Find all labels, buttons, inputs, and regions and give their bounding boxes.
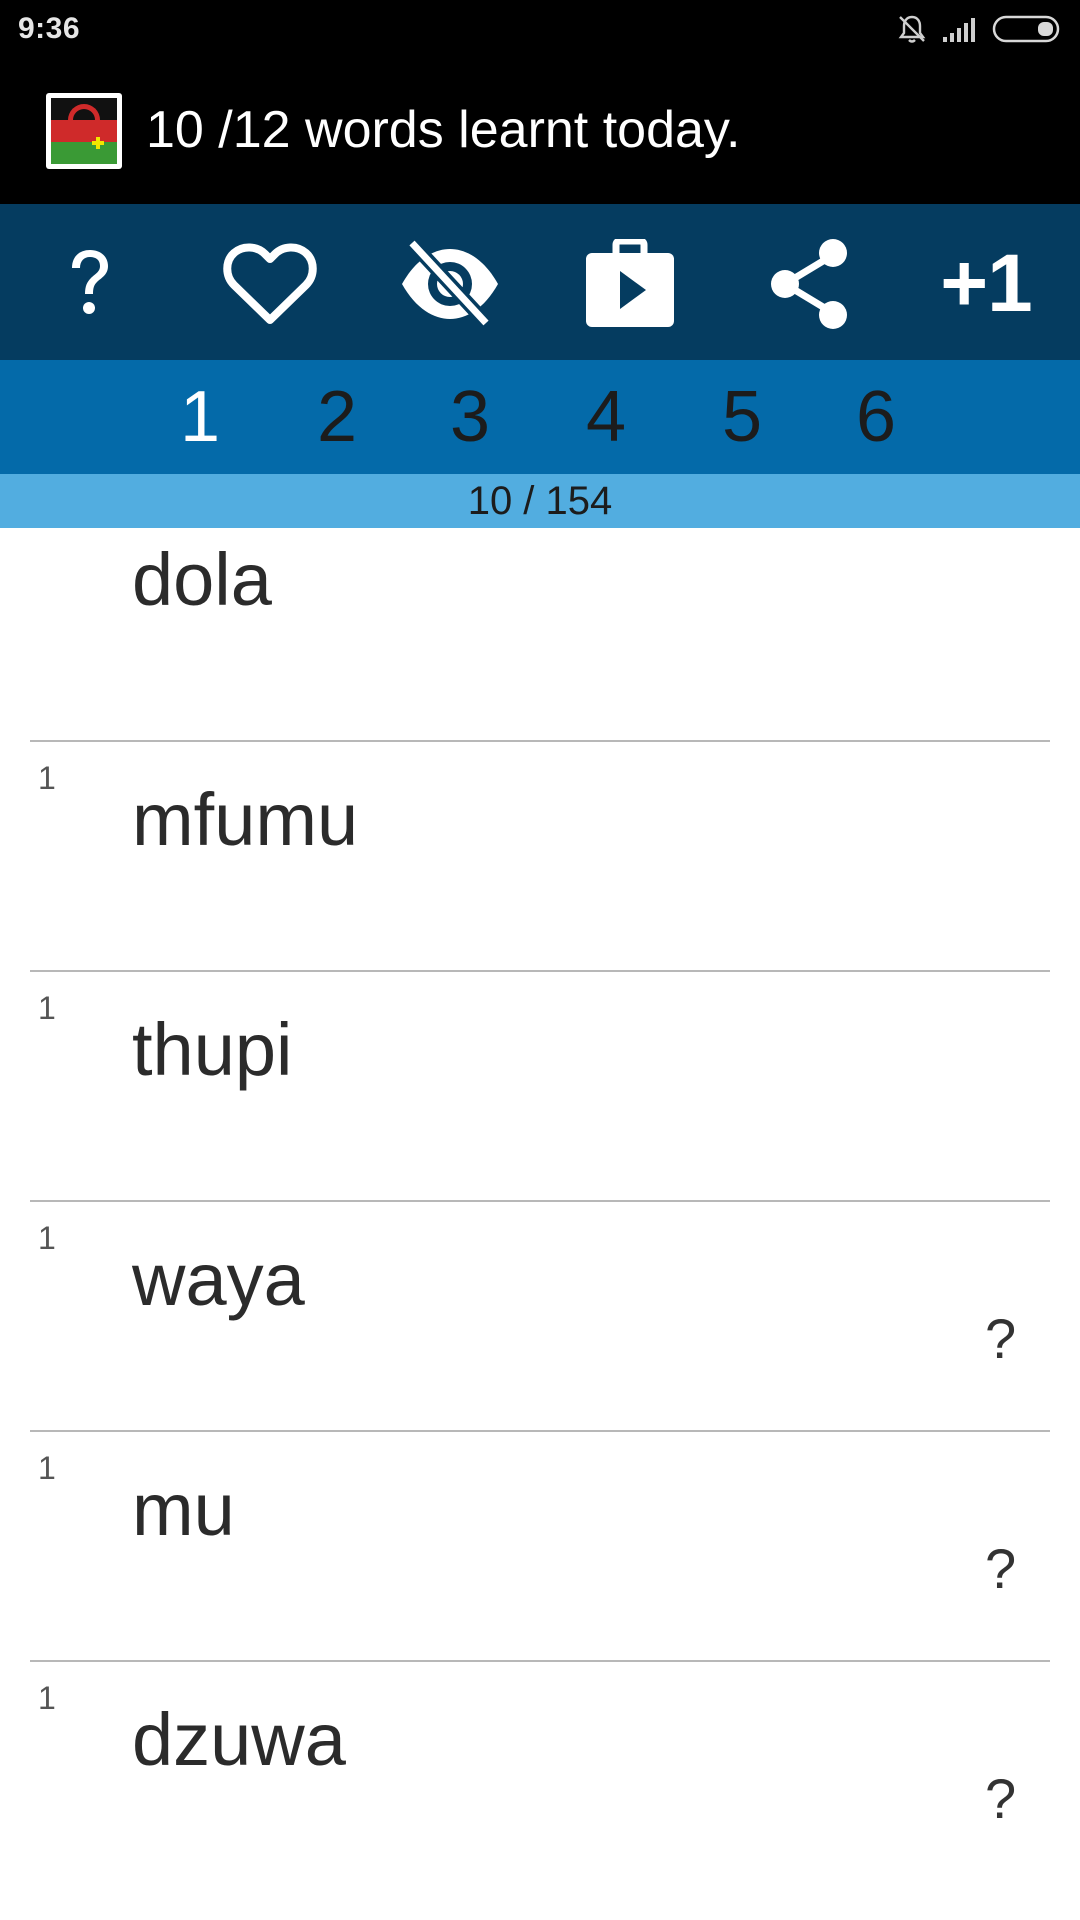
signal-icon [942, 15, 978, 48]
heart-icon [223, 243, 317, 324]
word-text: thupi [132, 1008, 293, 1091]
tab-3[interactable]: 3 [420, 360, 520, 474]
divider [30, 1430, 1050, 1432]
plus-one-label: +1 [940, 238, 1032, 329]
word-text: dzuwa [132, 1698, 346, 1781]
list-item[interactable]: 1 mu ? [0, 1430, 1080, 1660]
word-text: dola [132, 538, 272, 621]
review-count: 1 [38, 1220, 56, 1256]
list-item[interactable]: 1 waya ? [0, 1200, 1080, 1430]
progress-counter: 10 / 154 [0, 474, 1080, 528]
favorite-button[interactable] [210, 234, 330, 334]
divider [30, 740, 1050, 742]
word-list[interactable]: dola 1 mfumu 1 thupi 1 waya ? 1 mu ? 1 d… [0, 528, 1080, 1920]
review-count: 1 [38, 760, 56, 796]
word-text: mu [132, 1468, 235, 1551]
play-store-button[interactable] [570, 234, 690, 334]
tab-5[interactable]: 5 [692, 360, 792, 474]
help-icon[interactable]: ? [985, 1536, 1016, 1601]
review-count: 1 [38, 1680, 56, 1716]
divider [30, 1200, 1050, 1202]
malawi-flag-icon [46, 93, 122, 169]
tab-4[interactable]: 4 [556, 360, 656, 474]
tab-2[interactable]: 2 [287, 360, 387, 474]
level-tabs: 1 2 3 4 5 6 [0, 360, 1080, 474]
help-icon[interactable]: ? [985, 1766, 1016, 1831]
divider [30, 970, 1050, 972]
play-store-icon [586, 239, 674, 327]
list-item[interactable]: 1 mfumu [0, 740, 1080, 970]
share-icon [771, 239, 847, 329]
help-icon [72, 250, 108, 314]
toolbar: +1 [0, 204, 1080, 360]
list-item[interactable]: dola [0, 528, 1080, 738]
page-title: 10 /12 words learnt today. [146, 101, 741, 159]
list-item[interactable]: 1 dzuwa ? [0, 1660, 1080, 1890]
help-icon[interactable]: ? [985, 1306, 1016, 1371]
status-bar: 9:36 [0, 0, 1080, 62]
battery-icon [992, 14, 1064, 49]
status-time: 9:36 [18, 12, 81, 45]
hide-translation-button[interactable] [390, 234, 510, 334]
plus-one-button[interactable]: +1 [926, 234, 1046, 334]
tab-6[interactable]: 6 [826, 360, 926, 474]
share-button[interactable] [750, 234, 870, 334]
review-count: 1 [38, 990, 56, 1026]
visibility-off-icon [402, 240, 498, 329]
help-button[interactable] [30, 234, 150, 334]
list-item[interactable]: 1 thupi [0, 970, 1080, 1200]
bell-muted-icon [896, 13, 928, 50]
tab-1[interactable]: 1 [150, 360, 250, 474]
word-text: mfumu [132, 778, 359, 861]
status-icons [896, 14, 1064, 48]
divider [30, 1660, 1050, 1662]
review-count: 1 [38, 1450, 56, 1486]
word-text: waya [132, 1238, 305, 1321]
app-header: 10 /12 words learnt today. [0, 62, 1080, 204]
